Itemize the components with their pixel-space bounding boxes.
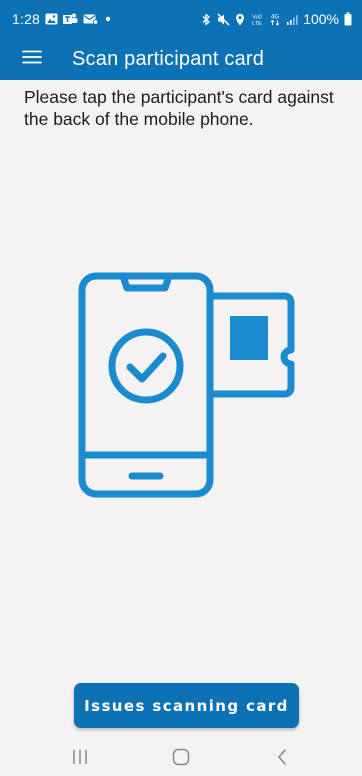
svg-text:4G: 4G: [271, 14, 279, 20]
back-icon: [276, 748, 288, 771]
status-bar: 1:28 Vo0 LTE 4G 100%: [0, 0, 362, 38]
battery-percent: 100%: [303, 11, 339, 27]
signal-icon: [286, 13, 298, 26]
home-button[interactable]: [161, 742, 201, 776]
page-title: Scan participant card: [72, 47, 265, 70]
menu-icon: [22, 50, 42, 69]
svg-text:Vo0: Vo0: [252, 14, 261, 20]
gallery-icon: [45, 13, 58, 25]
mail-icon: [83, 13, 99, 25]
4g-icon: 4G: [269, 13, 281, 26]
back-button[interactable]: [262, 742, 302, 776]
location-icon: [235, 13, 245, 26]
battery-icon: [344, 12, 352, 26]
svg-text:LTE: LTE: [252, 21, 262, 26]
app-bar: Scan participant card: [0, 38, 362, 80]
status-left: 1:28: [12, 11, 113, 27]
recent-apps-icon: [71, 749, 89, 770]
status-time: 1:28: [12, 11, 41, 27]
menu-button[interactable]: [10, 38, 54, 80]
recent-apps-button[interactable]: [60, 742, 100, 776]
system-nav-bar: [0, 742, 362, 776]
volte-icon: Vo0 LTE: [250, 13, 264, 26]
teams-icon: [63, 13, 78, 25]
status-right: Vo0 LTE 4G 100%: [201, 11, 352, 27]
issues-scanning-card-button[interactable]: Issues scanning card: [74, 683, 299, 728]
instructions-text: Please tap the participant's card agains…: [24, 87, 334, 129]
home-icon: [172, 748, 190, 771]
mute-icon: [217, 13, 230, 26]
dot-icon: [103, 13, 113, 25]
phone-tap-card-icon: [60, 258, 310, 508]
bluetooth-icon: [201, 13, 212, 26]
